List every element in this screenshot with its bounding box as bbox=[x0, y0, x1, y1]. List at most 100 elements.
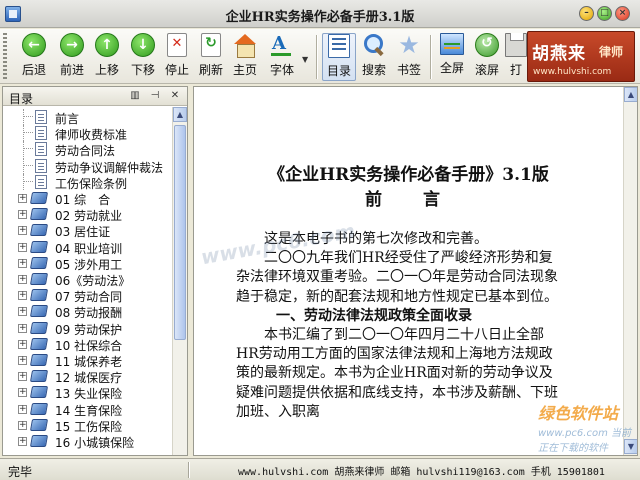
tree-line bbox=[23, 180, 33, 182]
tree-item[interactable]: +08 劳动报酬 bbox=[3, 303, 172, 320]
book-icon bbox=[29, 305, 49, 318]
bookmark-button[interactable]: 书签 bbox=[392, 31, 426, 81]
book-icon bbox=[29, 208, 49, 221]
refresh-label: 刷新 bbox=[198, 63, 223, 77]
tree-item[interactable]: +02 劳动就业 bbox=[3, 206, 172, 223]
search-label: 搜索 bbox=[361, 63, 386, 77]
font-button[interactable]: 字体 bbox=[264, 33, 300, 81]
tree-item[interactable]: +01 综 合 bbox=[3, 190, 172, 207]
book-icon bbox=[29, 370, 49, 383]
paragraph: 本书汇编了到二〇一〇年四月二十八日止全部HR劳动用工方面的国家法律法规和上海地方… bbox=[236, 327, 558, 420]
expand-icon[interactable]: + bbox=[18, 339, 27, 349]
move-down-button[interactable]: 下移 bbox=[124, 33, 162, 81]
book-icon bbox=[29, 386, 49, 399]
tree-item[interactable]: +11 城保养老 bbox=[3, 352, 172, 369]
tree-item[interactable]: +06《劳动法》 bbox=[3, 271, 172, 288]
fullscreen-label: 全屏 bbox=[439, 61, 464, 75]
brand-url: www.hulvshi.com bbox=[533, 67, 612, 77]
tree-item[interactable]: 劳动合同法 bbox=[3, 141, 172, 158]
title-bar[interactable]: 企业HR实务操作必备手册3.1版 – □ × bbox=[0, 0, 640, 28]
toolbar-grip[interactable] bbox=[3, 33, 7, 79]
tree-line bbox=[23, 109, 24, 125]
sidebar-header: 目录 ▥ ⊣ ✕ bbox=[3, 87, 187, 106]
tree-item[interactable]: +15 工伤保险 bbox=[3, 417, 172, 434]
tree-item[interactable]: +16 小城镇保险 bbox=[3, 433, 172, 450]
move-down-label: 下移 bbox=[130, 63, 155, 77]
expand-icon[interactable]: + bbox=[18, 291, 27, 301]
tree-item[interactable]: +13 失业保险 bbox=[3, 384, 172, 401]
stop-button[interactable]: 停止 bbox=[160, 33, 194, 81]
status-contact: www.hulvshi.com 胡燕来律师 邮箱 hulvshi119@163.… bbox=[238, 467, 605, 478]
window-title: 企业HR实务操作必备手册3.1版 bbox=[225, 10, 415, 25]
book-icon bbox=[29, 224, 49, 237]
paragraph: 二〇〇九年我们HR经受住了严峻经济形势和复杂法律环境双重考验。二〇一〇年是劳动合… bbox=[236, 250, 558, 305]
move-up-button[interactable]: 上移 bbox=[88, 33, 126, 81]
book-icon bbox=[29, 337, 49, 350]
expand-icon[interactable]: + bbox=[18, 242, 27, 252]
expand-icon[interactable]: + bbox=[18, 194, 27, 203]
autoscroll-button[interactable]: 滚屏 bbox=[470, 33, 504, 81]
tree-line bbox=[23, 164, 33, 166]
expand-icon[interactable]: + bbox=[18, 275, 27, 284]
expand-icon[interactable]: + bbox=[18, 404, 27, 414]
close-icon: × bbox=[618, 8, 627, 18]
print-button[interactable]: 打 bbox=[505, 33, 527, 81]
expand-icon[interactable]: + bbox=[18, 226, 27, 236]
expand-icon[interactable]: + bbox=[18, 307, 27, 317]
maximize-button[interactable]: □ bbox=[597, 6, 612, 21]
tree-item[interactable]: +04 职业培训 bbox=[3, 239, 172, 256]
toc-sidebar: 目录 ▥ ⊣ ✕ 前言 律师收费标准 劳动合同法 劳动争议调解仲裁法 工伤保险条例 +01… bbox=[2, 86, 188, 456]
expand-icon[interactable]: + bbox=[18, 356, 27, 365]
book-icon bbox=[29, 435, 49, 447]
expand-icon[interactable]: + bbox=[18, 420, 27, 430]
tree-item[interactable]: 律师收费标准 bbox=[3, 125, 172, 142]
refresh-icon bbox=[201, 33, 221, 57]
tree-line bbox=[23, 132, 33, 134]
body-text: 这是本电子书的第七次修改和完善。 二〇〇九年我们HR经受住了严峻经济形势和复杂法… bbox=[236, 230, 566, 422]
expand-icon[interactable]: + bbox=[18, 388, 27, 398]
tree-line bbox=[23, 125, 24, 142]
tree-item[interactable]: +10 社保综合 bbox=[3, 336, 172, 353]
scroll-up-arrow-icon[interactable]: ▲ bbox=[173, 107, 187, 122]
search-button[interactable]: 搜索 bbox=[357, 33, 391, 81]
preface-heading: 前 言 bbox=[365, 190, 452, 210]
tree-item[interactable]: 前言 bbox=[3, 109, 172, 126]
home-button[interactable]: 主页 bbox=[228, 33, 262, 81]
tree-item[interactable]: +14 生育保险 bbox=[3, 401, 172, 418]
book-icon bbox=[29, 354, 49, 366]
toolbar: 后退 前进 上移 下移 停止 刷新 主页 字体 ▼ 目录 搜索 书签 bbox=[0, 29, 640, 84]
tree-item-label: 16 小城镇保险 bbox=[55, 436, 135, 450]
close-panel-icon[interactable]: ✕ bbox=[169, 90, 181, 102]
panel-options-icon[interactable]: ▥ bbox=[129, 90, 141, 102]
fullscreen-button[interactable]: 全屏 bbox=[435, 33, 469, 81]
tree-item[interactable]: +07 劳动合同 bbox=[3, 287, 172, 304]
sidebar-scrollbar[interactable]: ▲ bbox=[172, 107, 187, 455]
page-icon bbox=[35, 110, 47, 124]
book-icon bbox=[29, 256, 49, 269]
book-icon bbox=[29, 289, 49, 302]
toc-button[interactable]: 目录 bbox=[322, 33, 356, 81]
scroll-up-arrow-icon[interactable]: ▲ bbox=[624, 87, 637, 102]
back-button[interactable]: 后退 bbox=[14, 33, 54, 81]
font-dropdown-arrow-icon[interactable]: ▼ bbox=[302, 55, 308, 64]
expand-icon[interactable]: + bbox=[18, 258, 27, 268]
refresh-button[interactable]: 刷新 bbox=[194, 33, 228, 81]
forward-button[interactable]: 前进 bbox=[52, 33, 92, 81]
minimize-button[interactable]: – bbox=[579, 6, 594, 21]
close-button[interactable]: × bbox=[615, 6, 630, 21]
expand-icon[interactable]: + bbox=[18, 323, 27, 333]
sidebar-scroll-thumb[interactable] bbox=[174, 125, 186, 340]
expand-icon[interactable]: + bbox=[18, 437, 27, 446]
pin-icon[interactable]: ⊣ bbox=[149, 90, 161, 102]
expand-icon[interactable]: + bbox=[18, 210, 27, 220]
tree-item[interactable]: 劳动争议调解仲裁法 bbox=[3, 157, 172, 175]
expand-icon[interactable]: + bbox=[18, 372, 27, 382]
tree-item[interactable]: +09 劳动保护 bbox=[3, 320, 172, 337]
tree-item[interactable]: 工伤保险条例 bbox=[3, 173, 172, 191]
brand-logo[interactable]: 胡燕来 律师 www.hulvshi.com bbox=[527, 31, 635, 82]
tree-item[interactable]: +12 城保医疗 bbox=[3, 368, 172, 385]
tree-item[interactable]: +05 涉外用工 bbox=[3, 255, 172, 272]
page-icon bbox=[35, 142, 47, 157]
corner-watermark: 绿色软件站 www.pc6.com 当前正在下载的软件 bbox=[538, 400, 636, 454]
tree-item[interactable]: +03 居住证 bbox=[3, 222, 172, 239]
